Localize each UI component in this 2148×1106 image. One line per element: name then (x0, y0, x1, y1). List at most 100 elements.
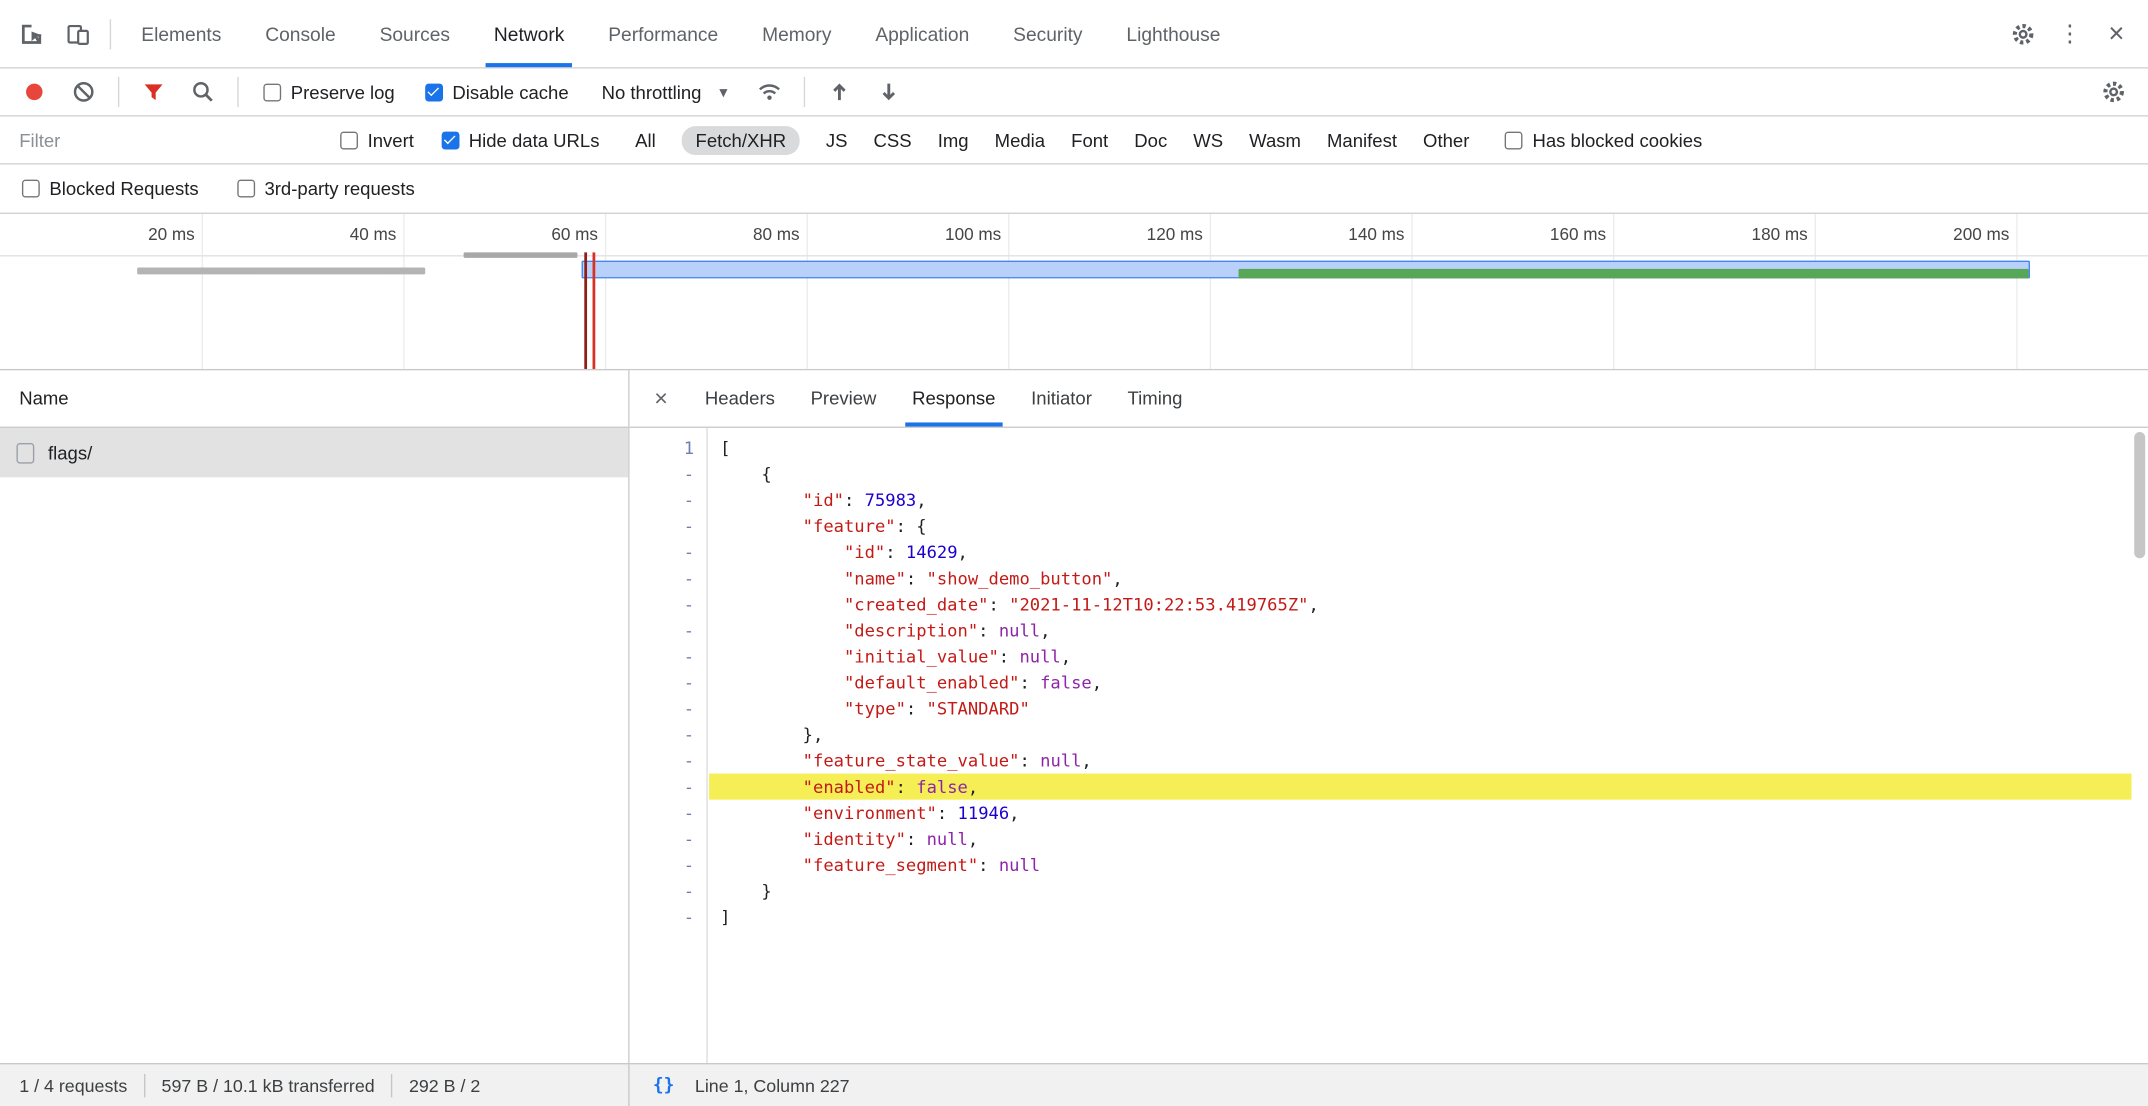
gutter-line-marker: - (630, 695, 707, 721)
checkbox-box (340, 131, 358, 149)
search-icon[interactable] (180, 71, 227, 112)
response-code: [ { "id": 75983, "feature": { "id": 1462… (709, 428, 2131, 1063)
tab-security[interactable]: Security (991, 0, 1104, 67)
filter-type-all[interactable]: All (635, 130, 656, 151)
timeline-gridline (1613, 214, 1614, 369)
invert-label: Invert (368, 130, 414, 151)
network-conditions-icon[interactable] (747, 71, 794, 112)
invert-checkbox[interactable]: Invert (340, 130, 414, 151)
tab-console[interactable]: Console (243, 0, 357, 67)
gutter-line-marker: - (630, 878, 707, 904)
tab-response[interactable]: Response (894, 370, 1013, 426)
timeline-tick-label: 140 ms (1315, 225, 1404, 244)
status-bar: 1 / 4 requests 597 B / 10.1 kB transferr… (0, 1063, 2148, 1106)
filter-type-manifest[interactable]: Manifest (1327, 130, 1397, 151)
network-toolbar: Preserve log Disable cache No throttling… (0, 69, 2148, 117)
checkbox-box (1505, 131, 1523, 149)
devtools-tabbar: Elements Console Sources Network Perform… (0, 0, 2148, 69)
code-line: "id": 14629, (709, 539, 2131, 565)
gutter-line-marker: - (630, 669, 707, 695)
tab-elements[interactable]: Elements (119, 0, 243, 67)
more-options-icon[interactable]: ⋮ (2046, 13, 2093, 54)
throttling-select[interactable]: No throttling ▾ (602, 82, 728, 103)
import-har-icon[interactable] (817, 71, 864, 112)
tab-sources[interactable]: Sources (358, 0, 472, 67)
scrollbar[interactable] (2131, 428, 2147, 1063)
filter-type-js[interactable]: JS (826, 130, 848, 151)
toolbar-divider (110, 19, 111, 49)
code-line: ] (709, 904, 2131, 930)
name-column-header[interactable]: Name (0, 370, 628, 428)
tab-memory[interactable]: Memory (740, 0, 853, 67)
filter-type-doc[interactable]: Doc (1134, 130, 1167, 151)
has-blocked-cookies-label: Has blocked cookies (1532, 130, 1702, 151)
tab-timing[interactable]: Timing (1110, 370, 1201, 426)
filter-bar: Invert Hide data URLs All Fetch/XHR JS C… (0, 117, 2148, 165)
blocked-requests-checkbox[interactable]: Blocked Requests (22, 178, 199, 199)
hide-data-urls-checkbox[interactable]: Hide data URLs (441, 130, 599, 151)
waterfall-bar-green (1239, 269, 2029, 278)
inspect-element-icon[interactable] (8, 13, 55, 54)
network-settings-gear-icon[interactable] (2090, 71, 2137, 112)
tab-application[interactable]: Application (853, 0, 991, 67)
transferred-summary: 597 B / 10.1 kB transferred (162, 1075, 375, 1096)
gutter-line-marker: - (630, 748, 707, 774)
tab-initiator[interactable]: Initiator (1013, 370, 1109, 426)
tab-preview[interactable]: Preview (793, 370, 895, 426)
tab-performance[interactable]: Performance (586, 0, 740, 67)
event-marker-load (592, 252, 595, 369)
request-options-row: Blocked Requests 3rd-party requests (0, 165, 2148, 214)
filter-type-fetch-xhr[interactable]: Fetch/XHR (682, 126, 800, 155)
export-har-icon[interactable] (866, 71, 913, 112)
filter-type-wasm[interactable]: Wasm (1249, 130, 1301, 151)
record-dot (26, 84, 42, 100)
clear-network-log-icon[interactable] (60, 71, 107, 112)
pretty-print-icon[interactable]: {} (653, 1075, 674, 1096)
gutter-line-marker: - (630, 904, 707, 930)
code-line: } (709, 878, 2131, 904)
device-toolbar-icon[interactable] (55, 13, 102, 54)
filter-type-ws[interactable]: WS (1193, 130, 1223, 151)
filter-type-font[interactable]: Font (1071, 130, 1108, 151)
scrollbar-thumb[interactable] (2134, 432, 2145, 558)
tab-lighthouse[interactable]: Lighthouse (1104, 0, 1242, 67)
third-party-requests-checkbox[interactable]: 3rd-party requests (237, 178, 415, 199)
settings-gear-icon[interactable] (2000, 13, 2047, 54)
checkbox-box-checked (441, 131, 459, 149)
source-status-bar: {} Line 1, Column 227 (630, 1064, 2148, 1106)
blocked-requests-label: Blocked Requests (49, 178, 198, 199)
filter-type-css[interactable]: CSS (874, 130, 912, 151)
filter-funnel-icon[interactable] (130, 71, 177, 112)
line-number-gutter: 1------------------ (630, 428, 708, 1063)
tab-headers[interactable]: Headers (687, 370, 793, 426)
gutter-line-marker: - (630, 617, 707, 643)
record-network-log-icon[interactable] (11, 71, 58, 112)
filter-input[interactable] (11, 124, 326, 156)
filter-type-other[interactable]: Other (1423, 130, 1469, 151)
request-detail-panel: × Headers Preview Response Initiator Tim… (630, 370, 2148, 1063)
request-row-flags[interactable]: flags/ (0, 428, 628, 477)
tab-network[interactable]: Network (472, 0, 586, 67)
close-devtools-icon[interactable]: × (2093, 13, 2140, 54)
code-line: "feature_segment": null (709, 852, 2131, 878)
has-blocked-cookies-checkbox[interactable]: Has blocked cookies (1505, 130, 1702, 151)
close-detail-icon[interactable]: × (635, 385, 687, 412)
timeline-tick-label: 120 ms (1114, 225, 1203, 244)
timeline-tick-label: 20 ms (106, 225, 195, 244)
gutter-line-marker: - (630, 800, 707, 826)
network-summary-bar: 1 / 4 requests 597 B / 10.1 kB transferr… (0, 1064, 630, 1106)
filter-type-media[interactable]: Media (995, 130, 1045, 151)
timeline-gridline (605, 214, 606, 369)
checkbox-box-checked (425, 83, 443, 101)
gutter-line-marker: 1 (630, 435, 707, 461)
requests-summary: 1 / 4 requests (19, 1075, 127, 1096)
code-line: [ (709, 435, 2131, 461)
filter-type-img[interactable]: Img (938, 130, 969, 151)
disable-cache-checkbox[interactable]: Disable cache (425, 82, 569, 103)
preserve-log-checkbox[interactable]: Preserve log (263, 82, 394, 103)
resources-summary: 292 B / 2 (409, 1075, 480, 1096)
chevron-down-icon: ▾ (719, 82, 727, 101)
code-line: "environment": 11946, (709, 800, 2131, 826)
timeline-overview[interactable]: 20 ms 40 ms 60 ms 80 ms 100 ms 120 ms 14… (0, 214, 2148, 370)
network-content: Name flags/ × Headers Preview Response I… (0, 370, 2148, 1063)
